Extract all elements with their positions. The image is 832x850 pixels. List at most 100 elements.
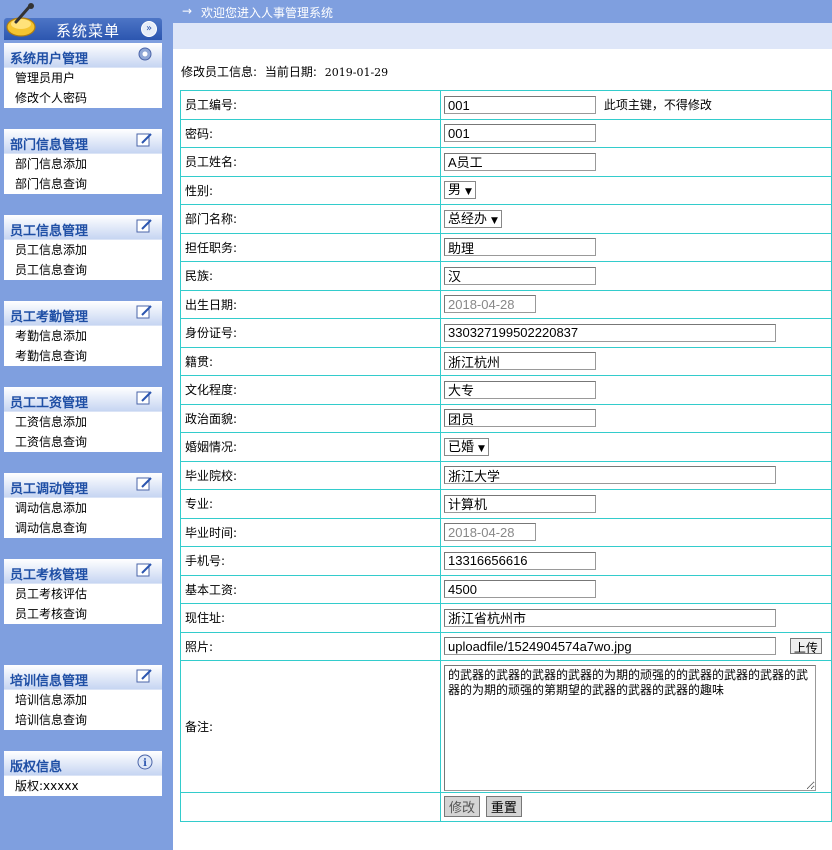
actions-cell: 修改 重置: [440, 792, 832, 822]
group-salary: 员工工资管理 工资信息添加 工资信息查询: [4, 387, 162, 452]
name-cell: [440, 147, 832, 177]
idcard-label: 身份证号:: [180, 318, 441, 348]
menu-item-attendance-add[interactable]: 考勤信息添加: [4, 326, 162, 346]
edit-icon: [136, 133, 152, 147]
form-row: 专业:: [180, 489, 832, 519]
form-row: 修改 重置: [180, 792, 832, 822]
photo-path-input[interactable]: [444, 637, 776, 656]
caret-down-icon: ▼: [465, 187, 472, 198]
group-title: 员工调动管理: [10, 482, 89, 497]
group-copyright: 版权信息 i 版权:xxxxx: [4, 751, 162, 796]
upload-button[interactable]: 上传: [789, 638, 822, 655]
welcome-text: 欢迎您进入人事管理系统: [201, 6, 334, 20]
address-label: 现住址:: [180, 603, 441, 633]
position-label: 担任职务:: [180, 232, 441, 262]
form-row: 备注: 的武器的武器的武器的武器的为期的顽强的的武器的武器的武器的武器的为期的顽…: [180, 660, 832, 793]
phone-input[interactable]: [444, 551, 596, 570]
reset-button[interactable]: 重置: [485, 796, 522, 818]
form-row: 婚姻情况: 已婚 ▼: [180, 432, 832, 462]
birth-cell: [440, 289, 832, 319]
menu-item-training-query[interactable]: 培训信息查询: [4, 710, 162, 730]
ethnicity-input[interactable]: [444, 266, 596, 285]
menu-item-evaluation-assess[interactable]: 员工考核评估: [4, 584, 162, 604]
address-input[interactable]: [444, 608, 776, 627]
password-input[interactable]: [444, 124, 596, 143]
menu-title: 系统菜单: [56, 22, 121, 40]
group-title: 员工考勤管理: [10, 310, 89, 325]
arrow-icon: →: [182, 4, 193, 18]
gender-label: 性别:: [180, 175, 441, 205]
marriage-select[interactable]: 已婚 ▼: [444, 437, 489, 456]
group-title: 系统用户管理: [10, 52, 89, 67]
group-header: 系统用户管理: [4, 43, 162, 68]
address-cell: [440, 603, 832, 633]
education-input[interactable]: [444, 380, 596, 399]
salary-input[interactable]: [444, 580, 596, 599]
menu-item-evaluation-query[interactable]: 员工考核查询: [4, 604, 162, 624]
current-date: 2019-01-29: [324, 66, 389, 79]
menu-item-employee-query[interactable]: 员工信息查询: [4, 260, 162, 280]
menu-item-transfer-query[interactable]: 调动信息查询: [4, 518, 162, 538]
birth-label: 出生日期:: [180, 289, 441, 319]
major-input[interactable]: [444, 494, 596, 513]
education-label: 文化程度:: [180, 375, 441, 405]
top-bar: → 欢迎您进入人事管理系统: [173, 0, 832, 23]
dept-label: 部门名称:: [180, 204, 441, 234]
submit-button[interactable]: 修改: [444, 796, 481, 818]
menu-item-salary-query[interactable]: 工资信息查询: [4, 432, 162, 452]
school-input[interactable]: [444, 466, 776, 485]
native-input[interactable]: [444, 352, 596, 371]
copyright-text: 版权:xxxxx: [15, 779, 79, 793]
menu-item-dept-add[interactable]: 部门信息添加: [4, 154, 162, 174]
idcard-cell: [440, 318, 832, 348]
group-title: 部门信息管理: [10, 138, 89, 153]
native-cell: [440, 346, 832, 376]
menu-item-attendance-query[interactable]: 考勤信息查询: [4, 346, 162, 366]
edit-title: 修改员工信息:: [181, 65, 258, 79]
remark-textarea[interactable]: 的武器的武器的武器的武器的为期的顽强的的武器的武器的武器的武器的为期的顽强的第期…: [444, 664, 816, 791]
group-header: 员工信息管理: [4, 215, 162, 240]
gender-value: 男: [448, 183, 462, 199]
group-header: 部门信息管理: [4, 129, 162, 154]
marriage-label: 婚姻情况:: [180, 432, 441, 462]
politics-label: 政治面貌:: [180, 403, 441, 433]
group-evaluation: 员工考核管理 员工考核评估 员工考核查询: [4, 559, 162, 624]
politics-input[interactable]: [444, 409, 596, 428]
form-row: 身份证号:: [180, 318, 832, 348]
menu-item-transfer-add[interactable]: 调动信息添加: [4, 498, 162, 518]
school-cell: [440, 460, 832, 490]
form-row: 民族:: [180, 261, 832, 291]
collapse-icon[interactable]: »: [141, 21, 157, 37]
menu-item-employee-add[interactable]: 员工信息添加: [4, 240, 162, 260]
major-label: 专业:: [180, 489, 441, 519]
gender-select[interactable]: 男 ▼: [444, 181, 476, 200]
group-title: 员工工资管理: [10, 396, 89, 411]
form-row: 出生日期:: [180, 289, 832, 319]
menu-item-salary-add[interactable]: 工资信息添加: [4, 412, 162, 432]
grad-date-input[interactable]: [444, 523, 536, 542]
form-row: 文化程度:: [180, 375, 832, 405]
idcard-input[interactable]: [444, 323, 776, 342]
dept-select[interactable]: 总经办 ▼: [444, 209, 502, 228]
birth-date-input[interactable]: [444, 295, 536, 314]
ethnicity-label: 民族:: [180, 261, 441, 291]
group-transfer: 员工调动管理 调动信息添加 调动信息查询: [4, 473, 162, 538]
group-header: 培训信息管理: [4, 665, 162, 690]
grad-time-cell: [440, 517, 832, 547]
photo-label: 照片:: [180, 631, 441, 661]
emp-id-input[interactable]: [444, 96, 596, 114]
name-label: 员工姓名:: [180, 147, 441, 177]
menu-item-change-password[interactable]: 修改个人密码: [4, 88, 162, 108]
position-input[interactable]: [444, 238, 596, 257]
emp-id-note: 此项主键，不得修改: [603, 97, 712, 112]
name-input[interactable]: [444, 152, 596, 171]
dept-value: 总经办: [448, 211, 488, 227]
menu-item-dept-query[interactable]: 部门信息查询: [4, 174, 162, 194]
info-icon: i: [137, 754, 153, 770]
group-title: 员工考核管理: [10, 568, 89, 583]
group-header: 员工考勤管理: [4, 301, 162, 326]
form-row: 毕业院校:: [180, 460, 832, 490]
menu-item-training-add[interactable]: 培训信息添加: [4, 690, 162, 710]
group-title: 版权信息: [10, 760, 63, 775]
menu-item-admin-users[interactable]: 管理员用户: [4, 68, 162, 88]
